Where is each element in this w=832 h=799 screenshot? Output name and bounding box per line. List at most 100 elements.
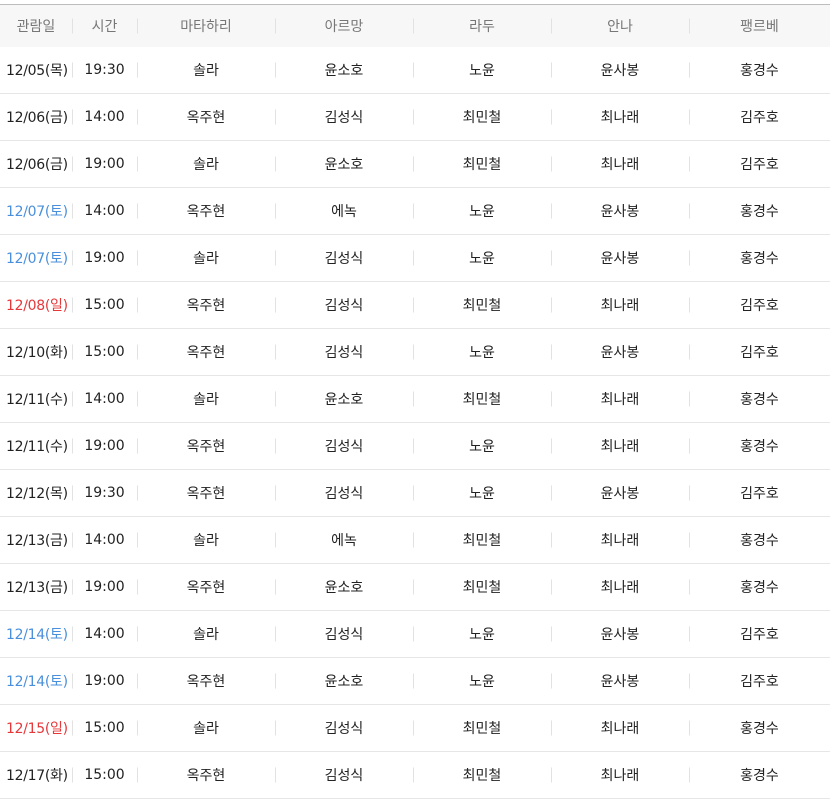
- armand-cast-cell: 윤소호: [275, 564, 413, 611]
- anna-cast-cell: 윤사봉: [551, 611, 689, 658]
- table-row: 12/05(목) 19:30 솔라 윤소호 노윤 윤사봉 홍경수: [0, 47, 830, 94]
- date-cell: 12/13(금): [6, 533, 68, 549]
- table-row: 12/17(화) 15:00 옥주현 김성식 최민철 최나래 홍경수: [0, 752, 830, 799]
- table-row: 12/07(토) 14:00 옥주현 에녹 노윤 윤사봉 홍경수: [0, 188, 830, 235]
- matahari-cast-cell: 옥주현: [137, 423, 275, 470]
- armand-cast-cell: 김성식: [275, 705, 413, 752]
- anna-cast-cell: 최나래: [551, 705, 689, 752]
- time-cell: 19:00: [72, 658, 137, 705]
- matahari-cast-cell: 솔라: [137, 47, 275, 94]
- time-cell: 14:00: [72, 611, 137, 658]
- matahari-cast-cell: 옥주현: [137, 282, 275, 329]
- table-row: 12/12(목) 19:30 옥주현 김성식 노윤 윤사봉 김주호: [0, 470, 830, 517]
- column-header-time: 시간: [72, 5, 137, 47]
- anna-cast-cell: 최나래: [551, 94, 689, 141]
- ladoux-cast-cell: 최민철: [413, 564, 551, 611]
- date-cell: 12/05(목): [6, 62, 68, 79]
- anna-cast-cell: 윤사봉: [551, 329, 689, 376]
- anna-cast-cell: 최나래: [551, 141, 689, 188]
- table-row: 12/14(토) 19:00 옥주현 윤소호 노윤 윤사봉 김주호: [0, 658, 830, 705]
- armand-cast-cell: 김성식: [275, 282, 413, 329]
- ladoux-cast-cell: 최민철: [413, 705, 551, 752]
- table-row: 12/06(금) 19:00 솔라 윤소호 최민철 최나래 김주호: [0, 141, 830, 188]
- ladoux-cast-cell: 노윤: [413, 329, 551, 376]
- column-header-armand: 아르망: [275, 5, 413, 47]
- ladoux-cast-cell: 최민철: [413, 282, 551, 329]
- ladoux-cast-cell: 최민철: [413, 94, 551, 141]
- armand-cast-cell: 윤소호: [275, 376, 413, 423]
- time-cell: 14:00: [72, 376, 137, 423]
- armand-cast-cell: 김성식: [275, 423, 413, 470]
- matahari-cast-cell: 솔라: [137, 517, 275, 564]
- ladoux-cast-cell: 최민철: [413, 752, 551, 799]
- date-cell: 12/11(수): [6, 392, 68, 408]
- painleve-cast-cell: 김주호: [689, 94, 830, 141]
- painleve-cast-cell: 홍경수: [689, 705, 830, 752]
- table-row: 12/11(수) 14:00 솔라 윤소호 최민철 최나래 홍경수: [0, 376, 830, 423]
- matahari-cast-cell: 솔라: [137, 611, 275, 658]
- column-header-anna: 안나: [551, 5, 689, 47]
- table-row: 12/07(토) 19:00 솔라 김성식 노윤 윤사봉 홍경수: [0, 235, 830, 282]
- time-cell: 19:00: [72, 141, 137, 188]
- armand-cast-cell: 에녹: [275, 188, 413, 235]
- matahari-cast-cell: 솔라: [137, 705, 275, 752]
- matahari-cast-cell: 옥주현: [137, 329, 275, 376]
- table-row: 12/13(금) 19:00 옥주현 윤소호 최민철 최나래 홍경수: [0, 564, 830, 611]
- date-cell: 12/17(화): [6, 768, 68, 784]
- date-cell: 12/10(화): [6, 345, 68, 361]
- anna-cast-cell: 최나래: [551, 423, 689, 470]
- anna-cast-cell: 최나래: [551, 376, 689, 423]
- cast-schedule-table: 관람일 시간 마타하리 아르망 라두 안나 팽르베 12/05(목) 19:30 솔…: [0, 4, 830, 799]
- time-cell: 19:30: [72, 47, 137, 94]
- time-cell: 15:00: [72, 282, 137, 329]
- table-row: 12/08(일) 15:00 옥주현 김성식 최민철 최나래 김주호: [0, 282, 830, 329]
- date-cell: 12/14(토): [6, 627, 68, 643]
- ladoux-cast-cell: 노윤: [413, 188, 551, 235]
- table-row: 12/11(수) 19:00 옥주현 김성식 노윤 최나래 홍경수: [0, 423, 830, 470]
- time-cell: 14:00: [72, 188, 137, 235]
- table-row: 12/13(금) 14:00 솔라 에녹 최민철 최나래 홍경수: [0, 517, 830, 564]
- column-header-date: 관람일: [16, 18, 56, 35]
- painleve-cast-cell: 홍경수: [689, 564, 830, 611]
- armand-cast-cell: 김성식: [275, 752, 413, 799]
- ladoux-cast-cell: 노윤: [413, 470, 551, 517]
- armand-cast-cell: 에녹: [275, 517, 413, 564]
- ladoux-cast-cell: 노윤: [413, 235, 551, 282]
- column-header-ladoux: 라두: [413, 5, 551, 47]
- table-row: 12/14(토) 14:00 솔라 김성식 노윤 윤사봉 김주호: [0, 611, 830, 658]
- table-row: 12/06(금) 14:00 옥주현 김성식 최민철 최나래 김주호: [0, 94, 830, 141]
- painleve-cast-cell: 홍경수: [689, 47, 830, 94]
- date-cell: 12/06(금): [6, 110, 68, 126]
- matahari-cast-cell: 솔라: [137, 376, 275, 423]
- ladoux-cast-cell: 최민철: [413, 517, 551, 564]
- painleve-cast-cell: 김주호: [689, 329, 830, 376]
- table-body: 12/05(목) 19:30 솔라 윤소호 노윤 윤사봉 홍경수 12/06(금) 14:00 옥…: [0, 47, 830, 799]
- date-cell: 12/12(목): [6, 486, 68, 502]
- date-cell: 12/06(금): [6, 157, 68, 173]
- anna-cast-cell: 윤사봉: [551, 658, 689, 705]
- time-cell: 19:00: [72, 423, 137, 470]
- anna-cast-cell: 최나래: [551, 752, 689, 799]
- column-header-matahari: 마타하리: [137, 5, 275, 47]
- painleve-cast-cell: 김주호: [689, 470, 830, 517]
- armand-cast-cell: 김성식: [275, 235, 413, 282]
- header-row: 관람일 시간 마타하리 아르망 라두 안나 팽르베: [0, 4, 830, 47]
- armand-cast-cell: 김성식: [275, 611, 413, 658]
- ladoux-cast-cell: 최민철: [413, 376, 551, 423]
- armand-cast-cell: 윤소호: [275, 658, 413, 705]
- time-cell: 19:30: [72, 470, 137, 517]
- anna-cast-cell: 윤사봉: [551, 470, 689, 517]
- table-header: 관람일 시간 마타하리 아르망 라두 안나 팽르베: [0, 4, 830, 47]
- time-cell: 14:00: [72, 94, 137, 141]
- armand-cast-cell: 김성식: [275, 94, 413, 141]
- painleve-cast-cell: 홍경수: [689, 376, 830, 423]
- ladoux-cast-cell: 노윤: [413, 47, 551, 94]
- anna-cast-cell: 윤사봉: [551, 47, 689, 94]
- matahari-cast-cell: 옥주현: [137, 94, 275, 141]
- date-cell: 12/14(토): [6, 674, 68, 690]
- painleve-cast-cell: 홍경수: [689, 235, 830, 282]
- date-cell: 12/07(토): [6, 204, 68, 220]
- anna-cast-cell: 윤사봉: [551, 188, 689, 235]
- matahari-cast-cell: 옥주현: [137, 470, 275, 517]
- ladoux-cast-cell: 노윤: [413, 423, 551, 470]
